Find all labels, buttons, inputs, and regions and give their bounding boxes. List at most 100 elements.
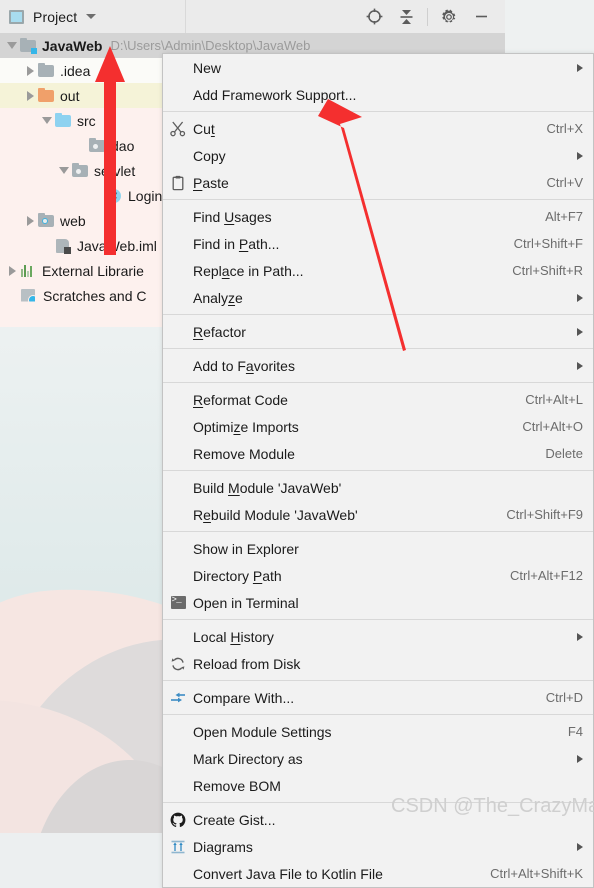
menu-item-find-in-path[interactable]: Find in Path... Ctrl+Shift+F — [163, 230, 593, 257]
menu-item-cut[interactable]: Cut Ctrl+X — [163, 115, 593, 142]
menu-item-replace-in-path[interactable]: Replace in Path... Ctrl+Shift+R — [163, 257, 593, 284]
menu-item-new[interactable]: New — [163, 54, 593, 81]
external-libraries-icon — [20, 263, 37, 279]
module-path: D:\Users\Admin\Desktop\JavaWeb — [110, 38, 311, 53]
menu-item-paste[interactable]: Paste Ctrl+V — [163, 169, 593, 196]
menu-item-label: Analyze — [193, 289, 243, 306]
tree-label: out — [60, 87, 80, 104]
menu-item-local-history[interactable]: Local History — [163, 623, 593, 650]
twisty-placeholder — [90, 188, 106, 204]
menu-icon-slot — [163, 623, 193, 650]
menu-item-shortcut: Ctrl+D — [545, 690, 583, 705]
tree-label: web — [60, 212, 86, 229]
menu-item-add-framework-support[interactable]: Add Framework Support... — [163, 81, 593, 108]
menu-icon-slot — [163, 535, 193, 562]
menu-item-analyze[interactable]: Analyze — [163, 284, 593, 311]
menu-item-shortcut: Delete — [545, 446, 583, 461]
collapse-all-icon[interactable] — [392, 4, 420, 30]
menu-item-rebuild-module[interactable]: Rebuild Module 'JavaWeb' Ctrl+Shift+F9 — [163, 501, 593, 528]
menu-item-shortcut: Alt+F7 — [545, 209, 583, 224]
menu-icon-slot — [163, 318, 193, 345]
menu-icon-slot — [163, 772, 193, 799]
menu-item-label: New — [193, 59, 222, 76]
tree-label: Scratches and C — [43, 287, 147, 304]
menu-item-label: Find Usages — [193, 208, 272, 225]
chevron-down-icon[interactable] — [86, 14, 97, 19]
menu-item-reload-from-disk[interactable]: Reload from Disk — [163, 650, 593, 677]
menu-item-label: Convert Java File to Kotlin File — [193, 865, 383, 882]
menu-icon-slot — [163, 386, 193, 413]
menu-item-shortcut: Ctrl+Shift+R — [512, 263, 583, 278]
twisty-expanded-icon[interactable] — [39, 113, 55, 129]
menu-icon-slot — [163, 352, 193, 379]
twisty-collapsed-icon[interactable] — [22, 88, 38, 104]
menu-separator — [163, 531, 593, 532]
watermark: CSDN @The_CrazyMan — [391, 795, 594, 817]
menu-item-directory-path[interactable]: Directory Path Ctrl+Alt+F12 — [163, 562, 593, 589]
menu-item-remove-module[interactable]: Remove Module Delete — [163, 440, 593, 467]
clipboard-icon — [163, 169, 193, 196]
menu-item-open-in-terminal[interactable]: Open in Terminal — [163, 589, 593, 616]
module-folder-icon — [20, 37, 37, 54]
menu-item-find-usages[interactable]: Find Usages Alt+F7 — [163, 203, 593, 230]
settings-gear-icon[interactable] — [435, 4, 463, 30]
submenu-arrow-icon — [577, 361, 583, 370]
tree-label: External Librarie — [42, 262, 144, 279]
menu-item-optimize-imports[interactable]: Optimize Imports Ctrl+Alt+O — [163, 413, 593, 440]
tree-label: src — [77, 112, 96, 129]
menu-item-mark-directory-as[interactable]: Mark Directory as — [163, 745, 593, 772]
menu-icon-slot — [163, 54, 193, 81]
menu-item-label: Compare With... — [193, 689, 295, 706]
menu-item-show-in-explorer[interactable]: Show in Explorer — [163, 535, 593, 562]
menu-icon-slot — [163, 860, 193, 887]
submenu-arrow-icon — [577, 293, 583, 302]
menu-item-add-to-favorites[interactable]: Add to Favorites — [163, 352, 593, 379]
menu-item-copy[interactable]: Copy — [163, 142, 593, 169]
context-menu[interactable]: New Add Framework Support... Cut Ctrl+X … — [162, 53, 594, 888]
diagram-icon — [163, 833, 193, 860]
compare-icon — [163, 684, 193, 711]
menu-icon-slot — [163, 501, 193, 528]
menu-item-build-module[interactable]: Build Module 'JavaWeb' — [163, 474, 593, 501]
menu-separator — [163, 619, 593, 620]
menu-item-compare-with[interactable]: Compare With... Ctrl+D — [163, 684, 593, 711]
folder-gray-icon — [38, 62, 55, 79]
web-folder-icon — [38, 212, 55, 229]
menu-item-label: Cut — [193, 120, 215, 137]
menu-item-convert-java-to-kotlin[interactable]: Convert Java File to Kotlin File Ctrl+Al… — [163, 860, 593, 887]
twisty-collapsed-icon[interactable] — [22, 213, 38, 229]
page-title: Project — [33, 8, 78, 25]
java-class-icon: C — [106, 188, 123, 204]
menu-item-label: Refactor — [193, 323, 246, 340]
menu-item-label: Copy — [193, 147, 226, 164]
github-icon — [163, 806, 193, 833]
menu-item-shortcut: Ctrl+V — [546, 175, 583, 190]
menu-item-label: Add Framework Support... — [193, 86, 357, 103]
twisty-collapsed-icon[interactable] — [4, 263, 20, 279]
minimize-icon[interactable] — [467, 4, 495, 30]
menu-item-label: Open Module Settings — [193, 723, 332, 740]
twisty-placeholder — [39, 238, 55, 254]
menu-separator — [163, 199, 593, 200]
menu-item-shortcut: Ctrl+Alt+Shift+K — [490, 866, 583, 881]
menu-item-open-module-settings[interactable]: Open Module Settings F4 — [163, 718, 593, 745]
submenu-arrow-icon — [577, 754, 583, 763]
menu-icon-slot — [163, 81, 193, 108]
menu-item-diagrams[interactable]: Diagrams — [163, 833, 593, 860]
project-tab[interactable]: Project — [0, 0, 186, 33]
submenu-arrow-icon — [577, 63, 583, 72]
menu-item-label: Reload from Disk — [193, 655, 301, 672]
menu-item-refactor[interactable]: Refactor — [163, 318, 593, 345]
twisty-expanded-icon[interactable] — [4, 38, 20, 54]
menu-item-shortcut: F4 — [567, 724, 583, 739]
menu-item-shortcut: Ctrl+Shift+F9 — [506, 507, 583, 522]
twisty-collapsed-icon[interactable] — [22, 63, 38, 79]
locate-icon[interactable] — [360, 4, 388, 30]
tool-window-header: Project — [0, 0, 505, 34]
menu-icon-slot — [163, 142, 193, 169]
twisty-expanded-icon[interactable] — [56, 163, 72, 179]
menu-separator — [163, 314, 593, 315]
menu-separator — [163, 382, 593, 383]
tree-label: servlet — [94, 162, 136, 179]
menu-item-reformat-code[interactable]: Reformat Code Ctrl+Alt+L — [163, 386, 593, 413]
